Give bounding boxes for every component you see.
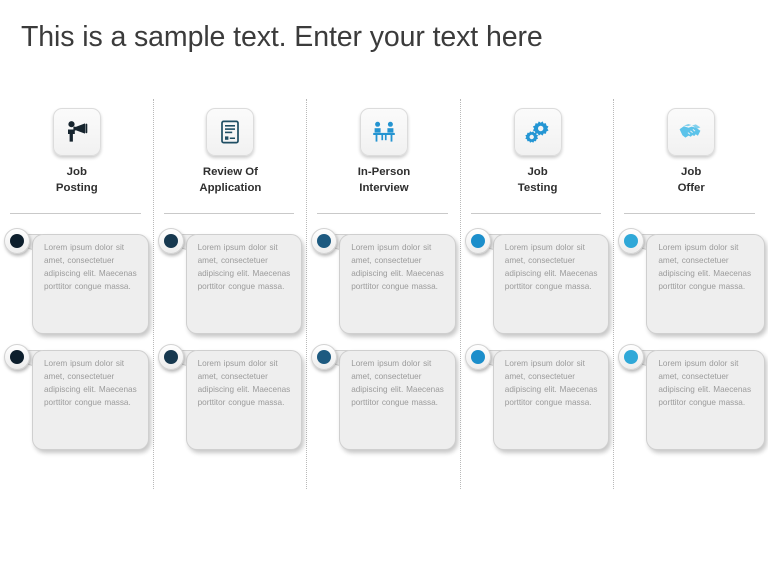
callout-marker-core [624,350,639,364]
callout-card[interactable]: Lorem ipsum dolor sit amet, consectetuer… [307,226,461,334]
callout-bubble: Lorem ipsum dolor sit amet, consectetuer… [32,234,149,334]
callout-marker-core [163,234,178,248]
callout-text: Lorem ipsum dolor sit amet, consectetuer… [504,243,598,291]
callout-card[interactable]: Lorem ipsum dolor sit amet, consectetuer… [614,342,768,450]
callout-marker-dot[interactable] [311,344,338,370]
callout-card[interactable]: Lorem ipsum dolor sit amet, consectetuer… [154,342,308,450]
callout-stack: Lorem ipsum dolor sit amet, consectetuer… [154,220,308,450]
callout-text: Lorem ipsum dolor sit amet, consectetuer… [44,359,137,407]
column-header-in-person-interview: In-Person Interview [307,96,461,220]
column-label-review-of-application: Review Of Application [199,166,262,194]
column-rule [163,213,295,214]
two-people-table-icon[interactable] [359,108,408,156]
callout-marker-core [317,350,332,364]
column-rule [317,213,448,214]
callout-stack: Lorem ipsum dolor sit amet, consectetuer… [0,220,154,450]
callout-text: Lorem ipsum dolor sit amet, consectetuer… [351,359,444,407]
callout-stack: Lorem ipsum dolor sit amet, consectetuer… [614,220,768,450]
callout-bubble: Lorem ipsum dolor sit amet, consectetuer… [185,350,303,450]
callout-text: Lorem ipsum dolor sit amet, consectetuer… [197,359,291,407]
callout-marker-core [624,234,639,248]
callout-marker-dot[interactable] [618,228,645,254]
callout-text: Lorem ipsum dolor sit amet, consectetuer… [197,243,291,291]
callout-bubble: Lorem ipsum dolor sit amet, consectetuer… [646,350,765,450]
callout-bubble: Lorem ipsum dolor sit amet, consectetuer… [646,234,765,334]
callout-text: Lorem ipsum dolor sit amet, consectetuer… [504,359,598,407]
callout-bubble: Lorem ipsum dolor sit amet, consectetuer… [339,350,456,450]
column-rule [470,213,602,214]
callout-card[interactable]: Lorem ipsum dolor sit amet, consectetuer… [614,226,768,334]
callout-marker-dot[interactable] [4,344,30,370]
process-column-in-person-interview: In-Person Interview Lorem ipsum dolor sit… [307,96,461,496]
column-label-job-posting: Job Posting [55,166,98,194]
callout-bubble: Lorem ipsum dolor sit amet, consectetuer… [32,350,149,450]
callout-bubble: Lorem ipsum dolor sit amet, consectetuer… [492,350,610,450]
column-label-job-offer: Job Offer [677,166,705,194]
callout-marker-dot[interactable] [618,344,645,370]
gears-icon[interactable] [513,108,562,156]
callout-marker-dot[interactable] [464,228,491,254]
process-column-job-testing: Job Testing Lorem ipsum dolor sit amet, c… [461,96,615,496]
callout-stack: Lorem ipsum dolor sit amet, consectetuer… [307,220,461,450]
callout-text: Lorem ipsum dolor sit amet, consectetuer… [658,243,752,291]
callout-bubble: Lorem ipsum dolor sit amet, consectetuer… [492,234,610,334]
process-column-job-posting: Job Posting Lorem ipsum dolor sit amet, c… [0,96,154,496]
column-rule [10,213,141,214]
callout-stack: Lorem ipsum dolor sit amet, consectetuer… [461,220,615,450]
column-label-in-person-interview: In-Person Interview [357,166,411,194]
callout-card[interactable]: Lorem ipsum dolor sit amet, consectetuer… [307,342,461,450]
megaphone-person-icon[interactable] [52,108,101,156]
callout-marker-dot[interactable] [4,228,30,254]
process-column-job-offer: Job Offer Lorem ipsum dolor sit amet, con… [614,96,768,496]
callout-marker-core [10,234,24,248]
callout-marker-dot[interactable] [464,344,491,370]
callout-marker-dot[interactable] [157,344,184,370]
callout-marker-dot[interactable] [157,228,184,254]
column-header-job-testing: Job Testing [461,96,615,220]
callout-bubble: Lorem ipsum dolor sit amet, consectetuer… [339,234,456,334]
callout-marker-core [470,350,485,364]
callout-marker-dot[interactable] [311,228,338,254]
callout-text: Lorem ipsum dolor sit amet, consectetuer… [44,243,137,291]
process-column-review-of-application: Review Of Application Lorem ipsum dolor s… [154,96,308,496]
handshake-icon[interactable] [667,108,716,156]
callout-card[interactable]: Lorem ipsum dolor sit amet, consectetuer… [461,342,615,450]
process-columns: Job Posting Lorem ipsum dolor sit amet, c… [0,96,768,496]
slide-canvas: This is a sample text. Enter your text h… [0,0,768,576]
callout-marker-core [317,234,332,248]
callout-card[interactable]: Lorem ipsum dolor sit amet, consectetuer… [154,226,308,334]
column-header-job-posting: Job Posting [0,96,154,220]
callout-card[interactable]: Lorem ipsum dolor sit amet, consectetuer… [461,226,615,334]
column-rule [624,213,755,214]
callout-card[interactable]: Lorem ipsum dolor sit amet, consectetuer… [0,226,154,334]
page-title: This is a sample text. Enter your text h… [21,21,543,53]
document-review-icon[interactable] [206,108,255,156]
callout-text: Lorem ipsum dolor sit amet, consectetuer… [351,243,444,291]
column-header-review-of-application: Review Of Application [154,96,308,220]
column-label-job-testing: Job Testing [517,166,558,194]
column-header-job-offer: Job Offer [614,96,768,220]
callout-marker-core [470,234,485,248]
callout-card[interactable]: Lorem ipsum dolor sit amet, consectetuer… [0,342,154,450]
callout-text: Lorem ipsum dolor sit amet, consectetuer… [658,359,752,407]
callout-marker-core [163,350,178,364]
callout-marker-core [10,350,24,364]
callout-bubble: Lorem ipsum dolor sit amet, consectetuer… [185,234,303,334]
